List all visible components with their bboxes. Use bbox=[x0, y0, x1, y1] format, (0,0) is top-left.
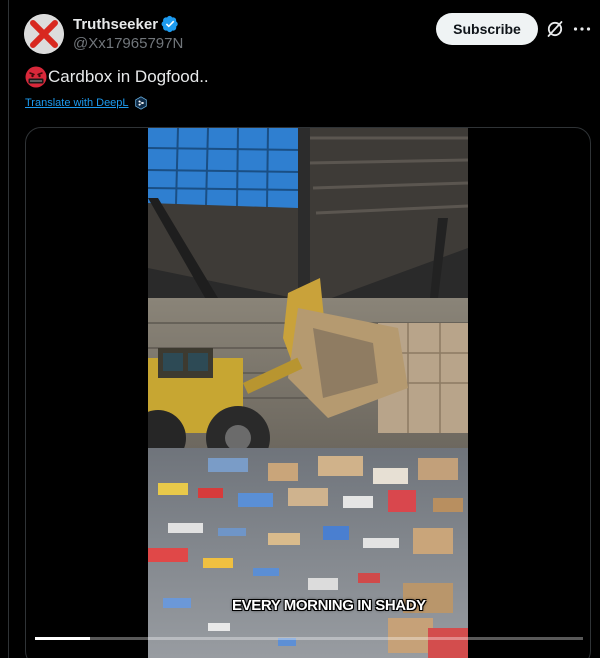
translate-link[interactable]: Translate with DeepL bbox=[25, 97, 129, 109]
red-x-avatar-icon bbox=[24, 14, 64, 54]
warehouse-video-image bbox=[148, 128, 468, 658]
tweet-text-content: Cardbox in Dogfood.. bbox=[48, 67, 209, 86]
avatar[interactable] bbox=[24, 14, 64, 54]
tweet-text: Cardbox in Dogfood.. bbox=[25, 66, 209, 88]
tweet-header: Truthseeker @Xx17965797N Subscribe bbox=[24, 12, 600, 56]
video-frame[interactable] bbox=[148, 128, 468, 658]
video-player[interactable]: EVERY MORNING IN SHADY bbox=[25, 127, 591, 658]
timeline-border bbox=[8, 0, 9, 658]
angry-face-emoji-icon bbox=[25, 66, 47, 88]
video-progress-fill bbox=[35, 637, 90, 640]
user-info: Truthseeker @Xx17965797N bbox=[73, 14, 183, 53]
video-progress-bar[interactable] bbox=[35, 637, 583, 640]
deepl-logo-icon bbox=[134, 96, 147, 110]
display-name[interactable]: Truthseeker bbox=[73, 16, 158, 33]
user-handle[interactable]: @Xx17965797N bbox=[73, 35, 183, 52]
verified-badge-icon[interactable] bbox=[161, 15, 179, 33]
subscribe-button[interactable]: Subscribe bbox=[436, 13, 538, 45]
grok-icon[interactable] bbox=[545, 19, 565, 39]
translate-row: Translate with DeepL bbox=[25, 96, 148, 110]
video-caption: EVERY MORNING IN SHADY bbox=[232, 597, 426, 614]
more-options-icon[interactable] bbox=[572, 19, 592, 39]
